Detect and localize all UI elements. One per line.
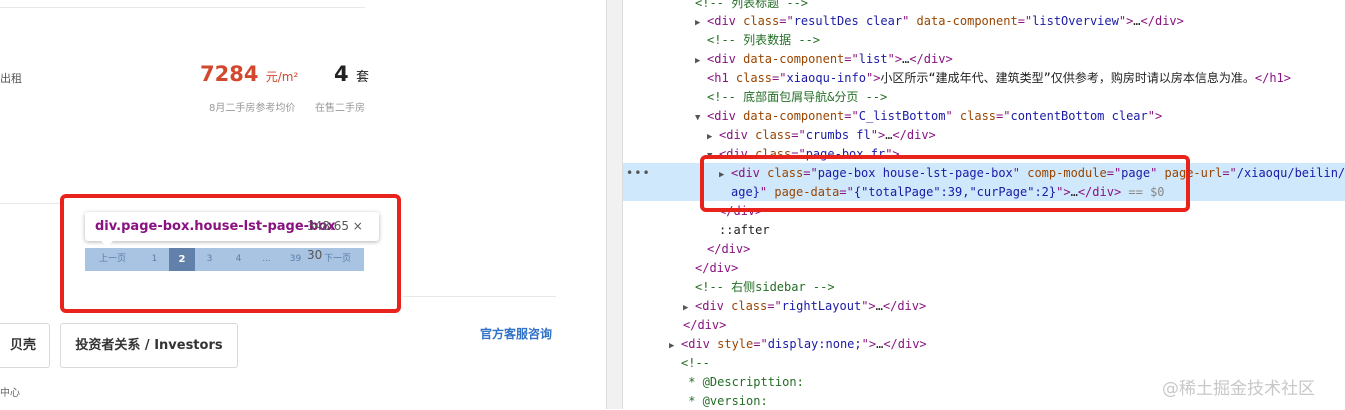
divider-line <box>403 296 556 297</box>
beike-button[interactable]: 贝壳 <box>0 323 50 368</box>
expand-arrow-icon[interactable]: ▶ <box>669 337 681 355</box>
avg-price: 7284 元/m² <box>200 62 298 86</box>
listing-count-unit: 套 <box>355 70 369 85</box>
dom-line[interactable]: ::after <box>719 221 770 239</box>
dom-line[interactable]: <!-- <box>681 354 710 372</box>
dom-line[interactable]: ▶ <div class="rightLayout">…</div> <box>683 297 926 315</box>
annotation-box <box>60 194 401 313</box>
footer-fragment: 中心 <box>0 388 20 399</box>
dom-line[interactable]: </div> <box>695 259 738 277</box>
expand-arrow-icon[interactable]: ▶ <box>683 299 695 317</box>
avg-price-caption: 8月二手房参考均价 <box>209 103 296 114</box>
rent-label: 出租 <box>0 72 22 85</box>
dom-line[interactable]: <!-- 底部面包屑导航&分页 --> <box>707 88 887 106</box>
panel-divider[interactable] <box>606 0 623 409</box>
dom-line[interactable]: ▼ <div data-component="C_listBottom" clas… <box>695 107 1162 125</box>
dom-line[interactable]: <h1 class="xiaoqu-info">小区所示“建成年代、建筑类型”仅… <box>707 69 1291 87</box>
dom-line[interactable]: ▶ <div data-component="list">…</div> <box>695 50 953 68</box>
annotation-box <box>700 155 1190 212</box>
dom-line[interactable]: <!-- 右侧sidebar --> <box>695 278 835 296</box>
dom-line[interactable]: <!-- 列表数据 --> <box>707 31 820 49</box>
dom-line[interactable]: * @Descripttion: <box>681 373 804 391</box>
expand-arrow-icon[interactable]: ▶ <box>695 52 707 70</box>
dom-line[interactable]: </div> <box>683 316 726 334</box>
divider-line <box>0 7 365 8</box>
dom-line[interactable]: * @version: <box>681 392 767 410</box>
avg-price-value: 7284 <box>200 62 259 86</box>
expand-arrow-icon[interactable]: ▶ <box>695 14 707 32</box>
webpage-panel: 出租 7284 元/m² 8月二手房参考均价 4 套 在售二手房 上一页 1 2… <box>0 0 606 409</box>
listing-count: 4 套 <box>334 62 369 86</box>
divider-line <box>0 203 60 204</box>
listing-count-caption: 在售二手房 <box>315 103 365 114</box>
expand-arrow-icon[interactable]: ▶ <box>707 128 719 146</box>
collapse-arrow-icon[interactable]: ▼ <box>695 109 707 127</box>
dom-line[interactable]: ▶ <div class="resultDes clear" data-compo… <box>695 12 1184 30</box>
investors-button[interactable]: 投资者关系 / Investors <box>60 323 238 368</box>
more-options-icon[interactable]: ••• <box>626 166 651 180</box>
dom-line[interactable]: ▶ <div style="display:none;">…</div> <box>669 335 927 353</box>
dom-line[interactable]: ▶ <div class="crumbs fl">…</div> <box>707 126 936 144</box>
listing-count-value: 4 <box>334 62 349 86</box>
avg-price-unit: 元/m² <box>265 70 299 84</box>
dom-line[interactable]: <!-- 列表标题 --> <box>695 0 808 12</box>
service-link[interactable]: 官方客服咨询 <box>480 325 552 342</box>
watermark: @稀土掘金技术社区 <box>1162 379 1315 399</box>
dom-line[interactable]: </div> <box>707 240 750 258</box>
